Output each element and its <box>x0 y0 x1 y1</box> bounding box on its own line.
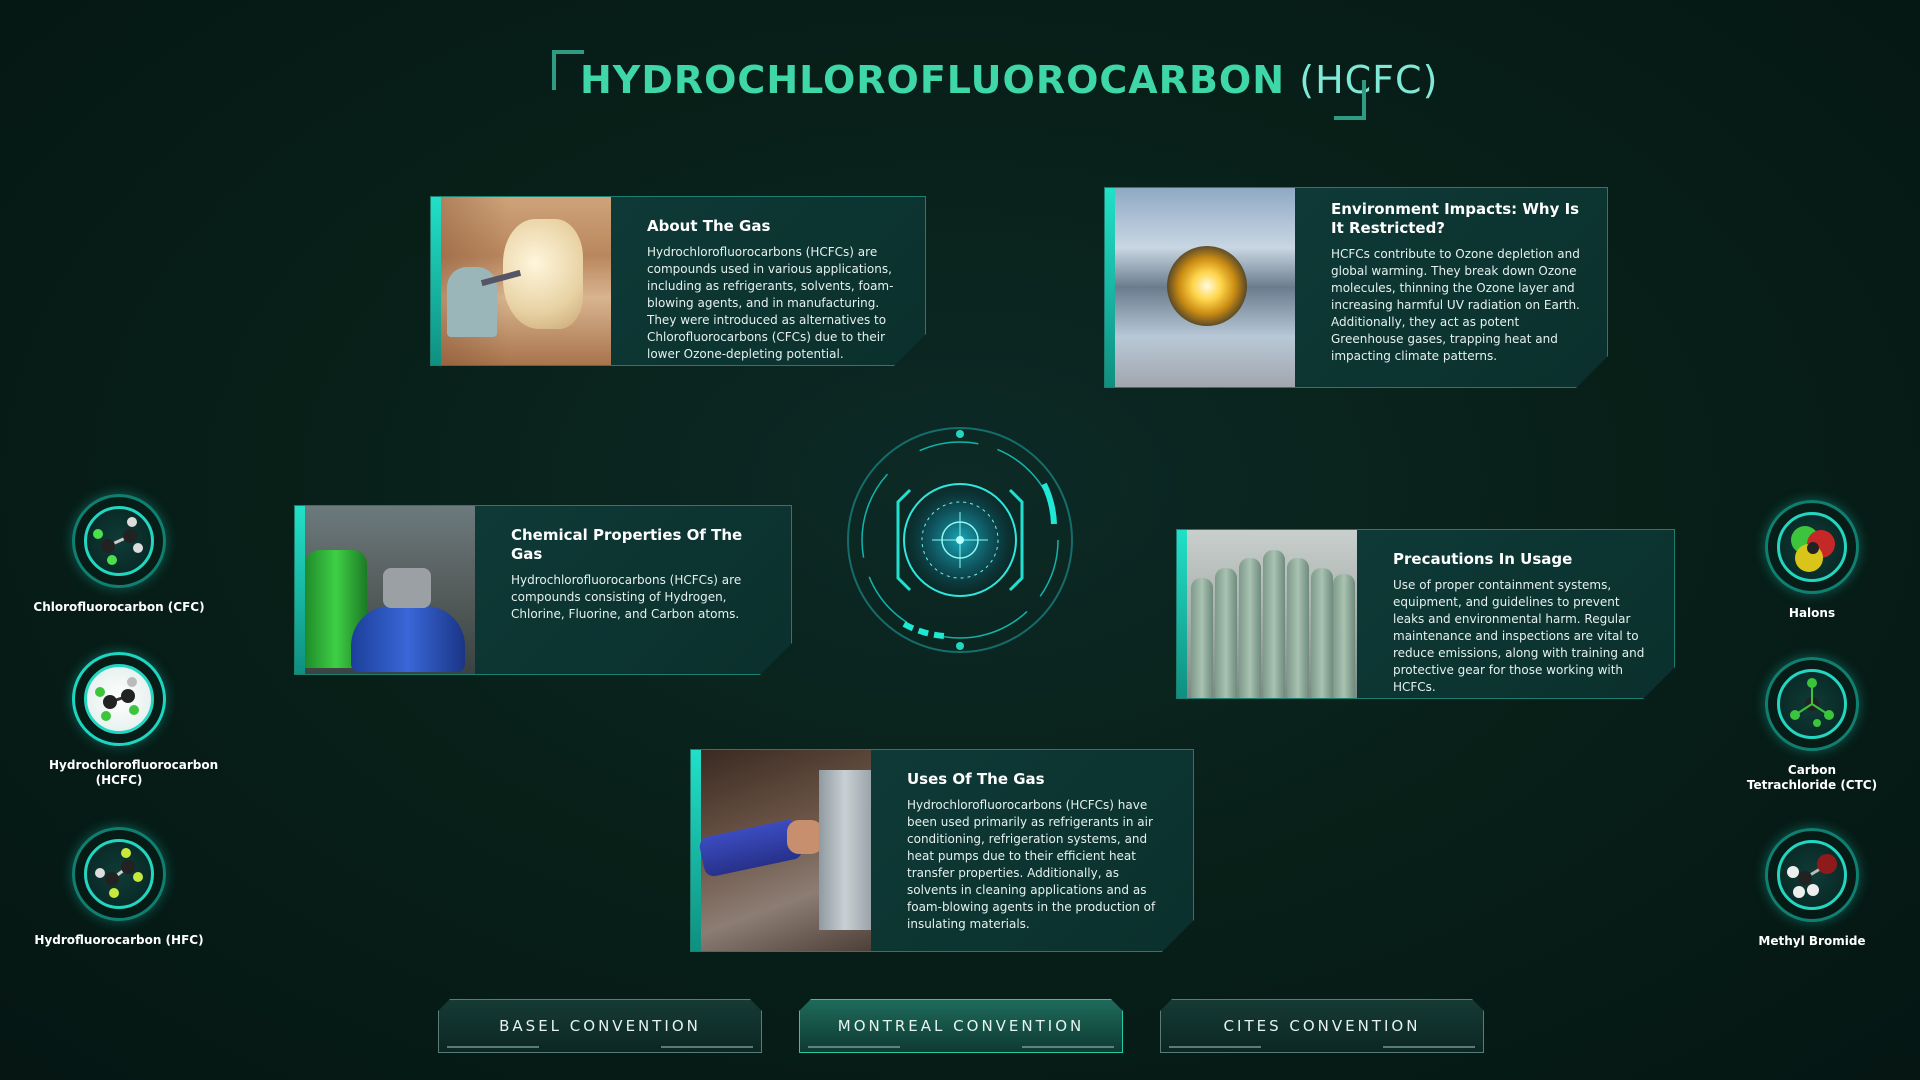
ctc-molecule-icon <box>1790 678 1834 727</box>
about-gas-card: About The Gas Hydrochlorofluorocarbons (… <box>430 196 926 366</box>
cfc-molecule-icon <box>93 517 143 565</box>
gas-label-halons: Halons <box>1788 606 1836 620</box>
cites-convention-button[interactable]: CITES CONVENTION <box>1160 999 1484 1053</box>
gas-label-hfc: Hydrofluorocarbon (HFC) <box>34 933 204 947</box>
uses-gas-card: Uses Of The Gas Hydrochlorofluorocarbons… <box>690 749 1194 952</box>
page-title-main: HYDROCHLOROFLUOROCARBON <box>580 58 1286 102</box>
chemical-properties-text: Hydrochlorofluorocarbons (HCFCs) are com… <box>511 573 742 621</box>
environment-impacts-text: HCFCs contribute to Ozone depletion and … <box>1331 247 1580 363</box>
basel-convention-label: BASEL CONVENTION <box>499 1017 701 1035</box>
gas-item-ctc[interactable]: Carbon Tetrachloride (CTC) <box>1712 657 1912 793</box>
page-title: HYDROCHLOROFLUOROCARBON (HCFC) <box>580 58 1438 102</box>
chemical-properties-heading: Chemical Properties Of The Gas <box>511 526 743 563</box>
methyl-bromide-molecule-icon <box>1787 854 1837 898</box>
montreal-convention-label: MONTREAL CONVENTION <box>837 1017 1085 1035</box>
precautions-image <box>1187 530 1357 698</box>
precautions-heading: Precautions In Usage <box>1393 550 1573 568</box>
gas-item-halons[interactable]: Halons <box>1712 500 1912 621</box>
about-gas-text: Hydrochlorofluorocarbons (HCFCs) are com… <box>647 245 894 361</box>
montreal-convention-button[interactable]: MONTREAL CONVENTION <box>799 999 1123 1053</box>
halons-molecule-icon <box>1791 526 1835 572</box>
gas-label-hcfc: Hydrochlorofluorocarbon (HCFC) <box>49 758 219 787</box>
chemical-properties-image <box>305 506 475 674</box>
central-radar-graphic <box>847 427 1073 653</box>
about-gas-image <box>441 197 611 365</box>
gas-label-methyl-bromide: Methyl Bromide <box>1758 934 1866 948</box>
precautions-text: Use of proper containment systems, equip… <box>1393 578 1645 694</box>
sun-icon <box>1167 246 1247 326</box>
uses-gas-image <box>701 750 871 951</box>
basel-convention-button[interactable]: BASEL CONVENTION <box>438 999 762 1053</box>
precautions-card: Precautions In Usage Use of proper conta… <box>1176 529 1675 699</box>
gas-item-hcfc[interactable]: Hydrochlorofluorocarbon (HCFC) <box>19 652 219 788</box>
page-title-frame: HYDROCHLOROFLUOROCARBON (HCFC) <box>552 50 1437 120</box>
gas-item-methyl-bromide[interactable]: Methyl Bromide <box>1712 828 1912 949</box>
uses-gas-text: Hydrochlorofluorocarbons (HCFCs) have be… <box>907 798 1156 931</box>
title-corner-bottom-right <box>1334 80 1366 120</box>
gas-label-cfc: Chlorofluorocarbon (CFC) <box>33 600 205 614</box>
environment-impacts-heading: Environment Impacts: Why Is It Restricte… <box>1331 200 1580 237</box>
environment-impacts-image <box>1115 188 1295 387</box>
environment-impacts-card: Environment Impacts: Why Is It Restricte… <box>1104 187 1608 388</box>
gas-item-hfc[interactable]: Hydrofluorocarbon (HFC) <box>19 827 219 948</box>
about-gas-heading: About The Gas <box>647 217 771 235</box>
page-title-abbr: (HCFC) <box>1299 58 1439 102</box>
gas-item-cfc[interactable]: Chlorofluorocarbon (CFC) <box>19 494 219 615</box>
hfc-molecule-icon <box>95 848 143 898</box>
uses-gas-heading: Uses Of The Gas <box>907 770 1045 788</box>
cites-convention-label: CITES CONVENTION <box>1223 1017 1421 1035</box>
gas-label-ctc: Carbon Tetrachloride (CTC) <box>1746 763 1878 792</box>
hcfc-molecule-icon <box>95 677 139 721</box>
chemical-properties-card: Chemical Properties Of The Gas Hydrochlo… <box>294 505 792 675</box>
